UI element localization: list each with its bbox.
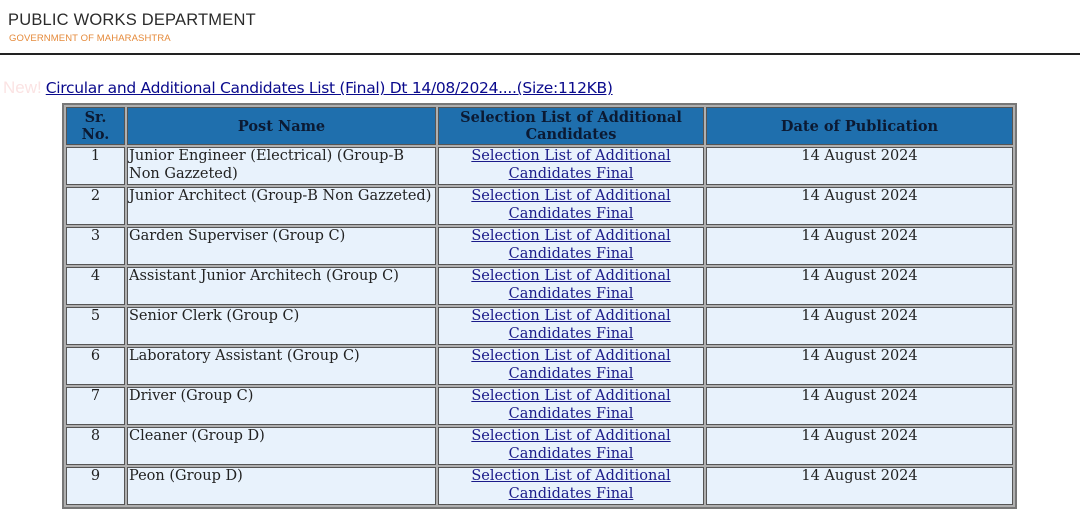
table-row: 2 Junior Architect (Group-B Non Gazzeted… [66,187,1013,225]
selection-list-link[interactable]: Selection List of Additional Candidates … [471,228,670,262]
post-name-cell: Driver (Group C) [127,387,436,425]
selection-list-cell: Selection List of Additional Candidates … [438,387,704,425]
sr-no-cell: 4 [66,267,125,305]
selection-list-link[interactable]: Selection List of Additional Candidates … [471,348,670,382]
selection-list-link[interactable]: Selection List of Additional Candidates … [471,468,670,502]
page-header: PUBLIC WORKS DEPARTMENT GOVERNMENT OF MA… [0,0,1080,55]
table-row: 3 Garden Superviser (Group C) Selection … [66,227,1013,265]
table-row: 7 Driver (Group C) Selection List of Add… [66,387,1013,425]
sr-no-cell: 2 [66,187,125,225]
date-cell: 14 August 2024 [706,147,1013,185]
column-header-sr-no: Sr. No. [66,107,125,145]
sr-no-cell: 6 [66,347,125,385]
post-name-cell: Junior Architect (Group-B Non Gazzeted) [127,187,436,225]
selection-list-cell: Selection List of Additional Candidates … [438,307,704,345]
table-row: 6 Laboratory Assistant (Group C) Selecti… [66,347,1013,385]
sr-no-cell: 9 [66,467,125,505]
selection-list-cell: Selection List of Additional Candidates … [438,187,704,225]
date-cell: 14 August 2024 [706,227,1013,265]
selection-list-cell: Selection List of Additional Candidates … [438,227,704,265]
post-name-cell: Junior Engineer (Electrical) (Group-B No… [127,147,436,185]
circular-download-link[interactable]: Circular and Additional Candidates List … [46,79,613,97]
selection-list-link[interactable]: Selection List of Additional Candidates … [471,308,670,342]
column-header-post-name: Post Name [127,107,436,145]
selection-list-link[interactable]: Selection List of Additional Candidates … [471,268,670,302]
date-cell: 14 August 2024 [706,267,1013,305]
candidates-table: Sr. No. Post Name Selection List of Addi… [62,103,1017,509]
table-row: 9 Peon (Group D) Selection List of Addit… [66,467,1013,505]
table-row: 4 Assistant Junior Architech (Group C) S… [66,267,1013,305]
selection-list-cell: Selection List of Additional Candidates … [438,267,704,305]
selection-list-link[interactable]: Selection List of Additional Candidates … [471,148,670,182]
post-name-cell: Garden Superviser (Group C) [127,227,436,265]
table-row: 5 Senior Clerk (Group C) Selection List … [66,307,1013,345]
selection-list-cell: Selection List of Additional Candidates … [438,467,704,505]
selection-list-link[interactable]: Selection List of Additional Candidates … [471,388,670,422]
date-cell: 14 August 2024 [706,427,1013,465]
table-row: 8 Cleaner (Group D) Selection List of Ad… [66,427,1013,465]
date-cell: 14 August 2024 [706,187,1013,225]
post-name-cell: Cleaner (Group D) [127,427,436,465]
department-title: PUBLIC WORKS DEPARTMENT [8,11,256,29]
selection-list-cell: Selection List of Additional Candidates … [438,347,704,385]
sr-no-cell: 3 [66,227,125,265]
date-cell: 14 August 2024 [706,387,1013,425]
department-subtitle: GOVERNMENT OF MAHARASHTRA [9,33,171,44]
new-badge: New! [3,78,42,97]
selection-list-cell: Selection List of Additional Candidates … [438,147,704,185]
date-cell: 14 August 2024 [706,307,1013,345]
notice-line: New! Circular and Additional Candidates L… [3,78,613,98]
selection-list-link[interactable]: Selection List of Additional Candidates … [471,428,670,462]
sr-no-cell: 7 [66,387,125,425]
post-name-cell: Senior Clerk (Group C) [127,307,436,345]
sr-no-cell: 8 [66,427,125,465]
selection-list-link[interactable]: Selection List of Additional Candidates … [471,188,670,222]
sr-no-cell: 1 [66,147,125,185]
column-header-selection-list: Selection List of Additional Candidates [438,107,704,145]
column-header-date: Date of Publication [706,107,1013,145]
table-header-row: Sr. No. Post Name Selection List of Addi… [66,107,1013,145]
post-name-cell: Assistant Junior Architech (Group C) [127,267,436,305]
post-name-cell: Laboratory Assistant (Group C) [127,347,436,385]
sr-no-cell: 5 [66,307,125,345]
date-cell: 14 August 2024 [706,347,1013,385]
post-name-cell: Peon (Group D) [127,467,436,505]
selection-list-cell: Selection List of Additional Candidates … [438,427,704,465]
table-row: 1 Junior Engineer (Electrical) (Group-B … [66,147,1013,185]
date-cell: 14 August 2024 [706,467,1013,505]
